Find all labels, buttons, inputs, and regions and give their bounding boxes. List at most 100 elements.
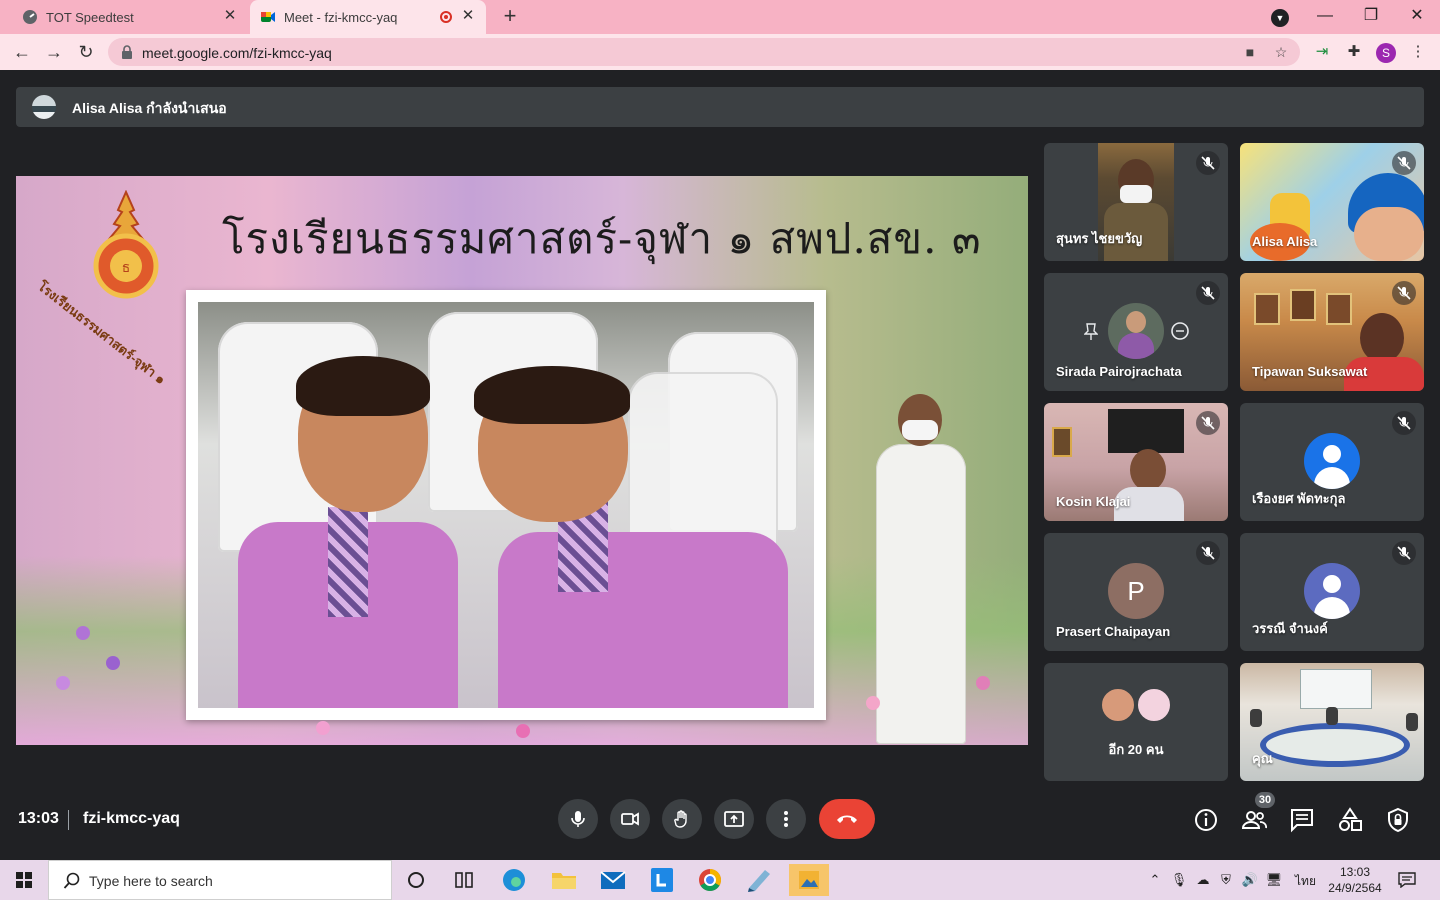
photos-app-icon[interactable]	[789, 864, 829, 896]
chrome-icon[interactable]	[690, 864, 730, 896]
network-icon[interactable]: 🖥	[1265, 872, 1283, 888]
participant-name: สุนทร ไชยขวัญ	[1056, 231, 1143, 246]
leave-call-button[interactable]	[819, 799, 875, 839]
input-language[interactable]: ไทย	[1295, 872, 1316, 891]
school-seal-logo: ธ	[93, 190, 159, 299]
extensions-puzzle-icon[interactable]: ✚	[1344, 42, 1364, 62]
present-screen-button[interactable]	[714, 799, 754, 839]
extension-icon[interactable]: ⇥	[1312, 42, 1332, 62]
participant-tile[interactable]: วรรณี จำนงค์	[1240, 533, 1424, 651]
activities-icon[interactable]	[1337, 807, 1363, 833]
address-bar[interactable]: meet.google.com/fzi-kmcc-yaq ■ ☆	[108, 38, 1300, 66]
muted-mic-icon	[1392, 541, 1416, 565]
hand-icon	[674, 810, 687, 828]
browser-toolbar: ← → ↻ meet.google.com/fzi-kmcc-yaq ■ ☆ ⇥…	[0, 34, 1440, 70]
reload-button[interactable]: ↻	[74, 40, 98, 64]
default-avatar-icon	[1304, 563, 1360, 619]
present-icon	[724, 811, 744, 827]
restore-button[interactable]: ❐	[1356, 4, 1386, 28]
more-participants-tile[interactable]: อีก 20 คน	[1044, 663, 1228, 781]
camera-button[interactable]	[610, 799, 650, 839]
browser-menu-icon[interactable]: ⋮	[1408, 42, 1428, 62]
meeting-clock: 13:03	[18, 810, 59, 827]
muted-mic-icon	[1196, 541, 1220, 565]
participant-tile[interactable]: สุนทร ไชยขวัญ	[1044, 143, 1228, 261]
end-call-icon	[837, 815, 857, 823]
host-controls-icon[interactable]	[1385, 807, 1411, 833]
back-button[interactable]: ←	[10, 40, 34, 64]
close-window-button[interactable]: ✕	[1402, 4, 1432, 28]
task-view-icon[interactable]	[444, 864, 484, 896]
muted-mic-icon	[1196, 411, 1220, 435]
tab-google-meet[interactable]: Meet - fzi-kmcc-yaq ✕	[250, 0, 486, 34]
line-app-icon[interactable]	[642, 864, 682, 896]
presenter-label: Alisa Alisa กำลังนำเสนอ	[72, 100, 227, 116]
lock-icon	[122, 45, 132, 59]
muted-mic-icon	[1392, 411, 1416, 435]
meeting-details-icon[interactable]	[1193, 807, 1219, 833]
participant-name: Sirada Pairojrachata	[1056, 364, 1182, 379]
chat-icon[interactable]	[1289, 807, 1315, 833]
participant-tile[interactable]: Tipawan Suksawat	[1240, 273, 1424, 391]
notes-app-icon[interactable]	[739, 864, 779, 896]
presentation-screen: ธ โรงเรียนธรรมศาสตร์-จุฬา ๑ โรงเรียนธรรม…	[16, 176, 1028, 745]
tab-title: Meet - fzi-kmcc-yaq	[284, 9, 398, 25]
people-icon[interactable]	[1241, 807, 1267, 833]
security-tray-icon[interactable]: ⛨	[1217, 872, 1235, 888]
taskbar-search-box[interactable]: Type here to search	[48, 860, 392, 900]
file-explorer-icon[interactable]	[544, 864, 584, 896]
self-view-tile[interactable]: คุณ	[1240, 663, 1424, 781]
forward-button[interactable]: →	[42, 40, 66, 64]
participant-photo	[1108, 303, 1164, 359]
muted-mic-icon	[1392, 151, 1416, 175]
muted-mic-icon	[1196, 281, 1220, 305]
pin-icon[interactable]	[1084, 323, 1098, 341]
cortana-icon[interactable]	[396, 864, 436, 896]
system-time: 13:03	[1339, 865, 1371, 879]
google-meet-icon	[261, 12, 275, 22]
participant-tile[interactable]: Alisa Alisa	[1240, 143, 1424, 261]
microphone-button[interactable]	[558, 799, 598, 839]
presenter-avatar	[32, 95, 56, 119]
participant-name: เรืองยศ พัดทะกุล	[1252, 491, 1346, 506]
tab-search-icon[interactable]: ▼	[1271, 9, 1289, 27]
more-options-button[interactable]	[766, 799, 806, 839]
participant-name: Alisa Alisa	[1252, 234, 1318, 249]
onedrive-cloud-icon[interactable]: ☁	[1194, 872, 1212, 888]
recording-indicator-icon	[440, 11, 452, 23]
system-clock[interactable]: 13:03 24/9/2564	[1328, 864, 1382, 896]
participant-name: Tipawan Suksawat	[1252, 364, 1368, 379]
participant-tile[interactable]: เรืองยศ พัดทะกุล	[1240, 403, 1424, 521]
tab-tot-speedtest[interactable]: TOT Speedtest ✕	[8, 0, 248, 34]
notifications-icon[interactable]	[1398, 872, 1416, 888]
profile-avatar[interactable]: S	[1376, 43, 1396, 63]
tab-title: TOT Speedtest	[46, 9, 134, 25]
bookmark-star-icon[interactable]: ☆	[1273, 44, 1289, 60]
meeting-code: fzi-kmcc-yaq	[83, 810, 180, 827]
show-hidden-icons[interactable]: ⌃	[1146, 872, 1164, 888]
volume-icon[interactable]: 🔊	[1241, 872, 1259, 888]
windows-start-icon[interactable]	[0, 860, 48, 900]
taskbar-search-placeholder: Type here to search	[89, 873, 213, 889]
mail-icon[interactable]	[593, 864, 633, 896]
remove-participant-icon[interactable]	[1170, 321, 1190, 341]
browser-tab-strip: TOT Speedtest ✕ Meet - fzi-kmcc-yaq ✕ + …	[0, 0, 1440, 34]
participant-tile[interactable]: Sirada Pairojrachata	[1044, 273, 1228, 391]
more-vert-icon	[784, 811, 788, 827]
minimize-button[interactable]: —	[1310, 4, 1340, 28]
participant-tile[interactable]: Kosin Klajai	[1044, 403, 1228, 521]
new-tab-button[interactable]: +	[498, 5, 522, 29]
system-date: 24/9/2564	[1328, 881, 1382, 895]
initial-avatar: P	[1108, 563, 1164, 619]
search-icon	[63, 872, 80, 889]
photo-frame	[186, 290, 826, 720]
close-tab-icon[interactable]: ✕	[222, 8, 238, 24]
close-tab-icon[interactable]: ✕	[460, 8, 476, 24]
microphone-tray-icon[interactable]: 🎙	[1170, 872, 1188, 888]
edge-browser-icon[interactable]	[494, 864, 534, 896]
raise-hand-button[interactable]	[662, 799, 702, 839]
microphone-icon	[571, 811, 585, 827]
camera-in-use-icon[interactable]: ■	[1242, 44, 1258, 60]
participant-tile[interactable]: P Prasert Chaipayan	[1044, 533, 1228, 651]
svg-text:ธ: ธ	[122, 260, 131, 276]
